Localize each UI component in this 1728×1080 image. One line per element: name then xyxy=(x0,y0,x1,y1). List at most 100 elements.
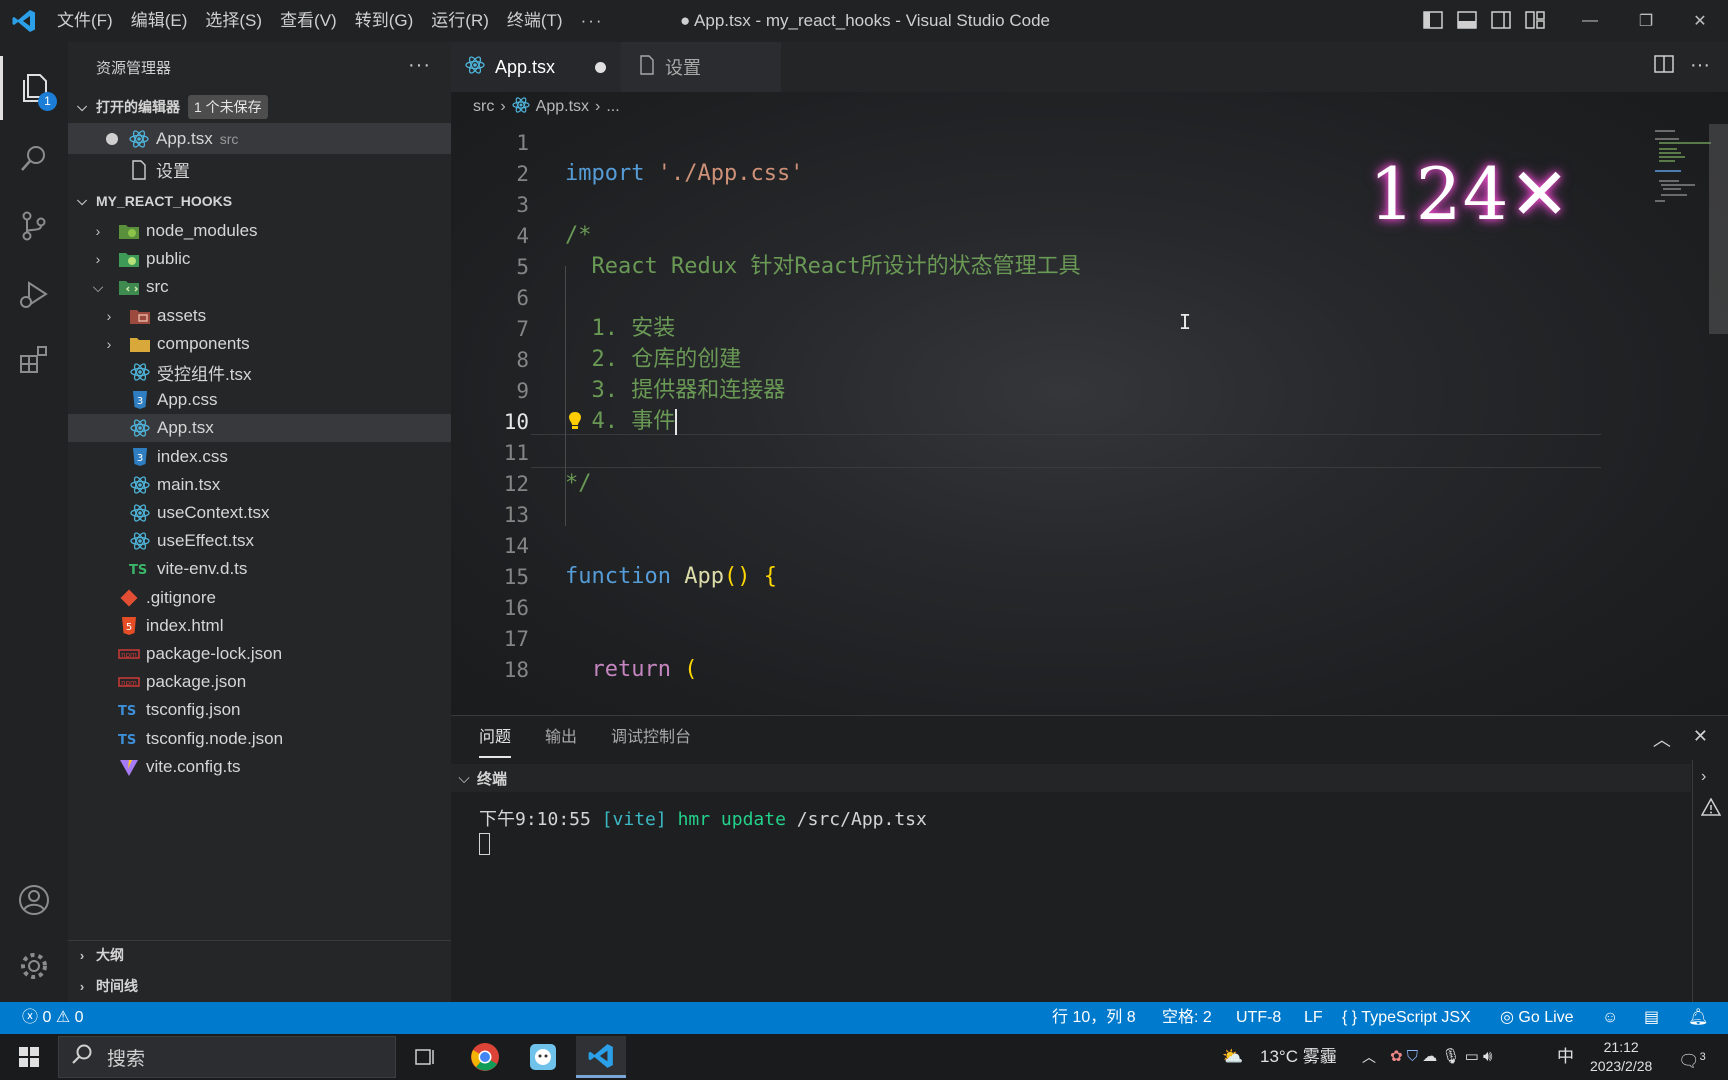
taskbar-search[interactable]: 搜索 xyxy=(58,1036,396,1078)
tray-screen-icon[interactable]: ▭ xyxy=(1465,1048,1479,1065)
modified-dot-icon[interactable] xyxy=(595,62,607,73)
tree-item[interactable]: 5 index.html xyxy=(68,612,451,640)
menu-selection[interactable]: 选择(S) xyxy=(196,0,271,42)
explorer-more-icon[interactable]: ··· xyxy=(408,54,431,77)
tree-item[interactable]: npm package.json xyxy=(68,668,451,696)
toggle-panel-icon[interactable] xyxy=(1456,9,1478,31)
tree-item[interactable]: .gitignore xyxy=(68,584,451,612)
minimap[interactable] xyxy=(1601,124,1715,324)
weather-text[interactable]: 13°C 雾霾 xyxy=(1260,1034,1337,1080)
clock[interactable]: 21:12 2023/2/28 xyxy=(1590,1038,1652,1076)
tree-item[interactable]: TS tsconfig.json xyxy=(68,696,451,724)
terminal-header[interactable]: ⌵ 终端 xyxy=(451,764,1691,792)
timeline-header[interactable]: › 时间线 xyxy=(68,971,451,1001)
cursor-position[interactable]: 行 10，列 8 xyxy=(1052,1002,1136,1034)
menu-view[interactable]: 查看(V) xyxy=(271,0,346,42)
tree-item[interactable]: › node_modules xyxy=(68,217,451,245)
split-editor-icon[interactable] xyxy=(1654,54,1674,80)
chevron-right-icon[interactable]: › xyxy=(101,336,117,352)
app-mascot-icon[interactable] xyxy=(518,1036,568,1078)
problems-status[interactable]: ⓧ 0 ⚠ 0 xyxy=(22,1002,84,1034)
project-header[interactable]: ⌵ MY_REACT_HOOKS xyxy=(68,186,451,216)
tab-settings[interactable]: 设置 xyxy=(621,42,781,92)
indentation[interactable]: 空格: 2 xyxy=(1162,1002,1212,1034)
windows-start-icon[interactable] xyxy=(4,1036,54,1078)
tray-volume-icon[interactable]: 🔊︎ xyxy=(1483,1048,1492,1065)
menu-go[interactable]: 转到(G) xyxy=(346,0,423,42)
language-mode[interactable]: { } TypeScript JSX xyxy=(1342,1002,1471,1034)
minimize-button[interactable]: — xyxy=(1562,0,1618,42)
tree-item[interactable]: useEffect.tsx xyxy=(68,527,451,555)
explorer-icon[interactable]: 1 xyxy=(0,56,68,120)
editor-more-icon[interactable]: ··· xyxy=(1690,54,1710,80)
ime-indicator[interactable]: 中 xyxy=(1557,1034,1574,1080)
tab-problems[interactable]: 问题 xyxy=(479,716,512,758)
vscode-taskbar-icon[interactable] xyxy=(576,1036,626,1078)
warning-icon[interactable] xyxy=(1700,797,1722,821)
tree-item[interactable]: App.tsx xyxy=(68,414,451,443)
feedback-icon[interactable]: ☺ xyxy=(1602,1002,1618,1034)
close-panel-icon[interactable]: ✕ xyxy=(1693,726,1708,752)
outline-header[interactable]: › 大纲 xyxy=(68,940,451,970)
tray-shield-icon[interactable]: ⛉ xyxy=(1407,1048,1418,1065)
customize-layout-icon[interactable] xyxy=(1524,9,1546,31)
tree-item[interactable]: 3 App.css xyxy=(68,386,451,414)
tree-item[interactable]: useContext.tsx xyxy=(68,499,451,527)
tree-item[interactable]: main.tsx xyxy=(68,471,451,499)
open-editors-header[interactable]: ⌵ 打开的编辑器 1 个未保存 xyxy=(68,92,451,122)
lightbulb-icon[interactable] xyxy=(567,410,583,438)
run-debug-icon[interactable] xyxy=(0,262,68,326)
close-window-button[interactable]: ✕ xyxy=(1672,0,1728,42)
chevron-right-icon[interactable]: › xyxy=(101,308,117,324)
chevron-right-icon[interactable]: › xyxy=(90,251,106,267)
tree-item[interactable]: › public xyxy=(68,245,451,273)
tree-item[interactable]: 3 index.css xyxy=(68,443,451,471)
tray-flower-icon[interactable]: ✿ xyxy=(1390,1048,1403,1065)
chevron-right-icon[interactable]: › xyxy=(1701,768,1706,786)
tree-item[interactable]: npm package-lock.json xyxy=(68,640,451,668)
tree-item[interactable]: TS tsconfig.node.json xyxy=(68,725,451,753)
menu-more[interactable]: ··· xyxy=(572,0,613,42)
manage-gear-icon[interactable] xyxy=(0,934,68,998)
breadcrumb-file[interactable]: App.tsx xyxy=(536,98,589,116)
tray-microphone-icon[interactable]: 🎙︎ xyxy=(1441,1048,1460,1065)
menu-run[interactable]: 运行(R) xyxy=(422,0,498,42)
restore-button[interactable]: ❐ xyxy=(1618,0,1674,42)
source-control-icon[interactable] xyxy=(0,194,68,258)
tree-item[interactable]: TS vite-env.d.ts xyxy=(68,555,451,583)
tree-item[interactable]: ⌵ src xyxy=(68,273,451,301)
encoding[interactable]: UTF-8 xyxy=(1236,1002,1281,1034)
layout-report-icon[interactable]: ▤ xyxy=(1644,1002,1659,1034)
extensions-icon[interactable] xyxy=(0,328,68,392)
open-editor-item[interactable]: 设置 xyxy=(68,154,451,185)
breadcrumb-folder[interactable]: src xyxy=(473,98,494,116)
menu-terminal[interactable]: 终端(T) xyxy=(498,0,572,42)
task-view-icon[interactable] xyxy=(400,1036,450,1078)
open-editor-item[interactable]: App.tsx src xyxy=(68,123,451,154)
tab-debug-console[interactable]: 调试控制台 xyxy=(611,716,691,760)
tree-item[interactable]: vite.config.ts xyxy=(68,753,451,781)
action-center-icon[interactable]: 🗨︎3 xyxy=(1678,1034,1706,1080)
notifications-bell-icon[interactable]: 🔔︎ xyxy=(1688,1002,1708,1034)
maximize-panel-icon[interactable]: ︿ xyxy=(1653,726,1671,752)
tab-app-tsx[interactable]: App.tsx xyxy=(451,42,621,92)
chevron-right-icon[interactable]: › xyxy=(90,223,106,239)
tray-network-icon[interactable]: ☁ xyxy=(1422,1048,1437,1065)
tree-item[interactable]: › components xyxy=(68,330,451,358)
breadcrumb-more[interactable]: ... xyxy=(606,98,619,116)
toggle-primary-sidebar-icon[interactable] xyxy=(1422,9,1444,31)
weather-icon[interactable]: ⛅ xyxy=(1222,1034,1243,1080)
end-of-line[interactable]: LF xyxy=(1304,1002,1323,1034)
menu-file[interactable]: 文件(F) xyxy=(48,0,122,42)
chrome-icon[interactable] xyxy=(460,1036,510,1078)
tree-item[interactable]: › assets xyxy=(68,302,451,330)
tab-output[interactable]: 输出 xyxy=(545,716,577,760)
go-live-button[interactable]: ◎ Go Live xyxy=(1500,1002,1574,1034)
search-icon[interactable] xyxy=(0,126,68,190)
chevron-down-icon[interactable]: ⌵ xyxy=(90,279,106,296)
tree-item[interactable]: 受控组件.tsx xyxy=(68,358,451,386)
accounts-icon[interactable] xyxy=(0,868,68,932)
menu-edit[interactable]: 编辑(E) xyxy=(122,0,197,42)
vertical-scrollbar[interactable] xyxy=(1709,124,1728,334)
terminal-output[interactable]: 下午9:10:55 [vite] hmr update /src/App.tsx xyxy=(479,808,927,856)
